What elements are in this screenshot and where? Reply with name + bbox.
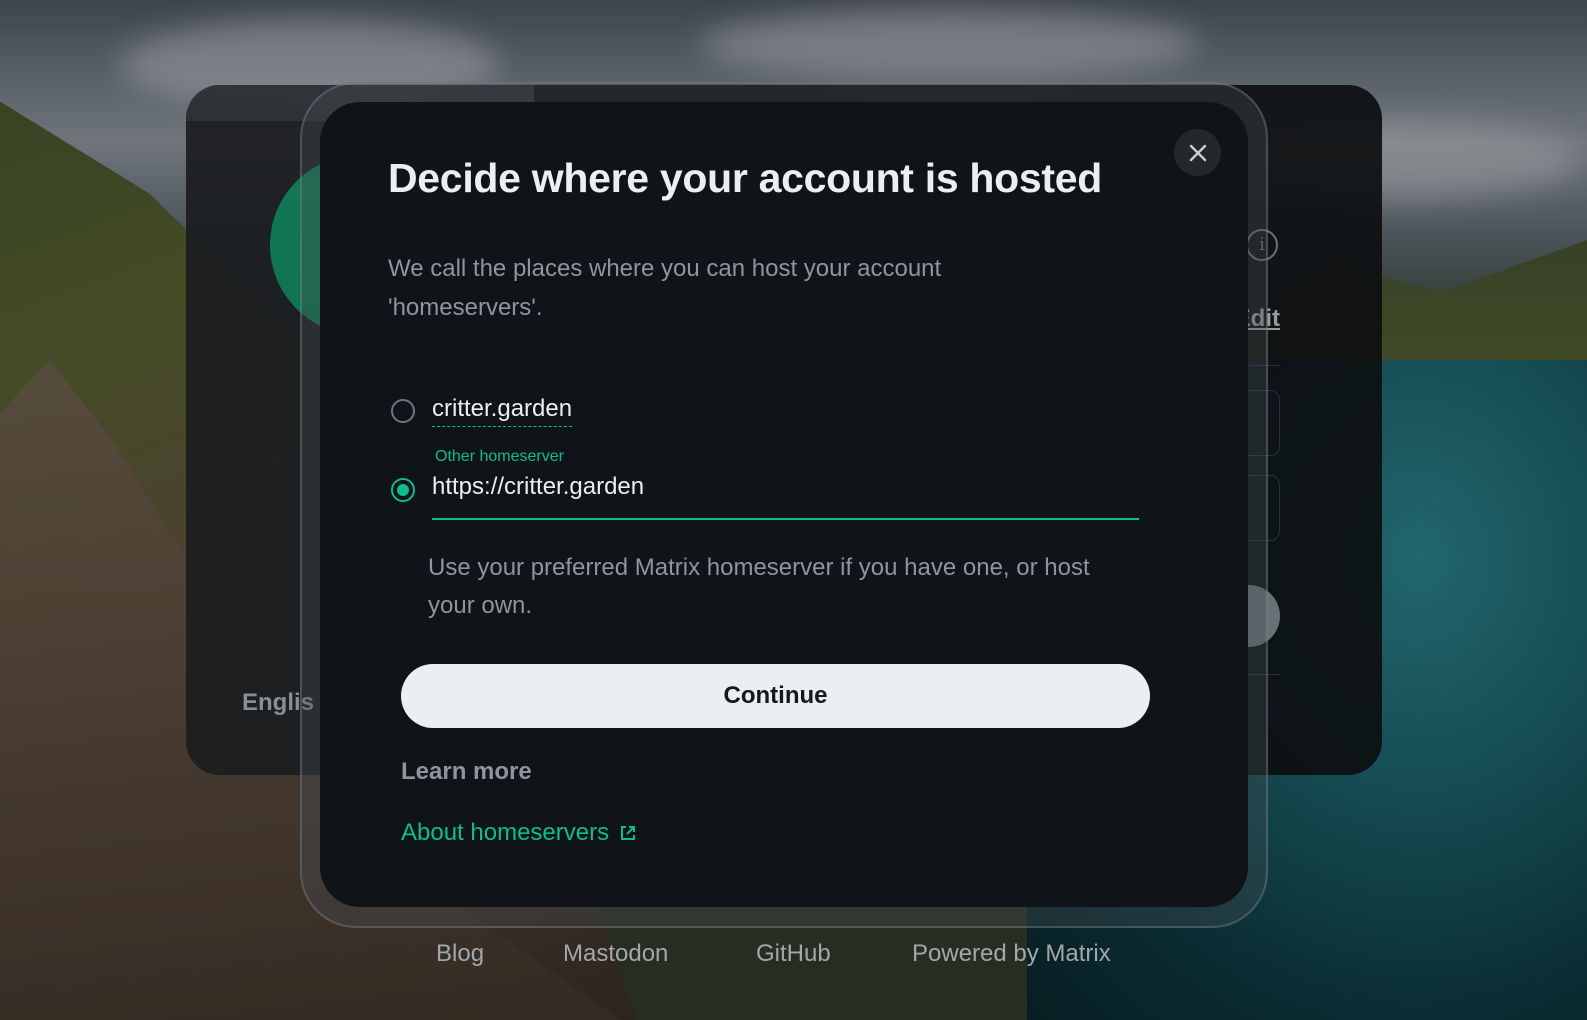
other-homeserver-label: Other homeserver <box>435 448 564 465</box>
other-homeserver-input[interactable] <box>432 470 1139 520</box>
footer-link-blog[interactable]: Blog <box>436 940 484 968</box>
footer-link-mastodon[interactable]: Mastodon <box>563 940 668 968</box>
footer-link-powered-by-matrix[interactable]: Powered by Matrix <box>912 940 1111 968</box>
homeserver-option-default[interactable]: critter.garden <box>432 395 573 427</box>
dialog-title: Decide where your account is hosted <box>388 155 1103 201</box>
about-homeservers-label: About homeservers <box>401 819 610 846</box>
close-icon <box>1189 144 1206 161</box>
external-link-icon <box>621 826 636 840</box>
homeserver-hint: Use your preferred Matrix homeserver if … <box>428 554 1090 619</box>
learn-more-heading: Learn more <box>401 758 532 785</box>
continue-button[interactable]: Continue <box>401 664 1150 728</box>
dialog-description: We call the places where you can host yo… <box>388 255 942 321</box>
footer: Blog Mastodon GitHub Powered by Matrix <box>0 940 1587 972</box>
about-homeservers-link[interactable]: About homeservers <box>401 819 637 847</box>
footer-link-github[interactable]: GitHub <box>756 940 831 968</box>
close-button[interactable] <box>1174 129 1221 176</box>
homeserver-radio-default[interactable] <box>391 399 415 423</box>
homeserver-radio-other[interactable] <box>391 478 415 502</box>
